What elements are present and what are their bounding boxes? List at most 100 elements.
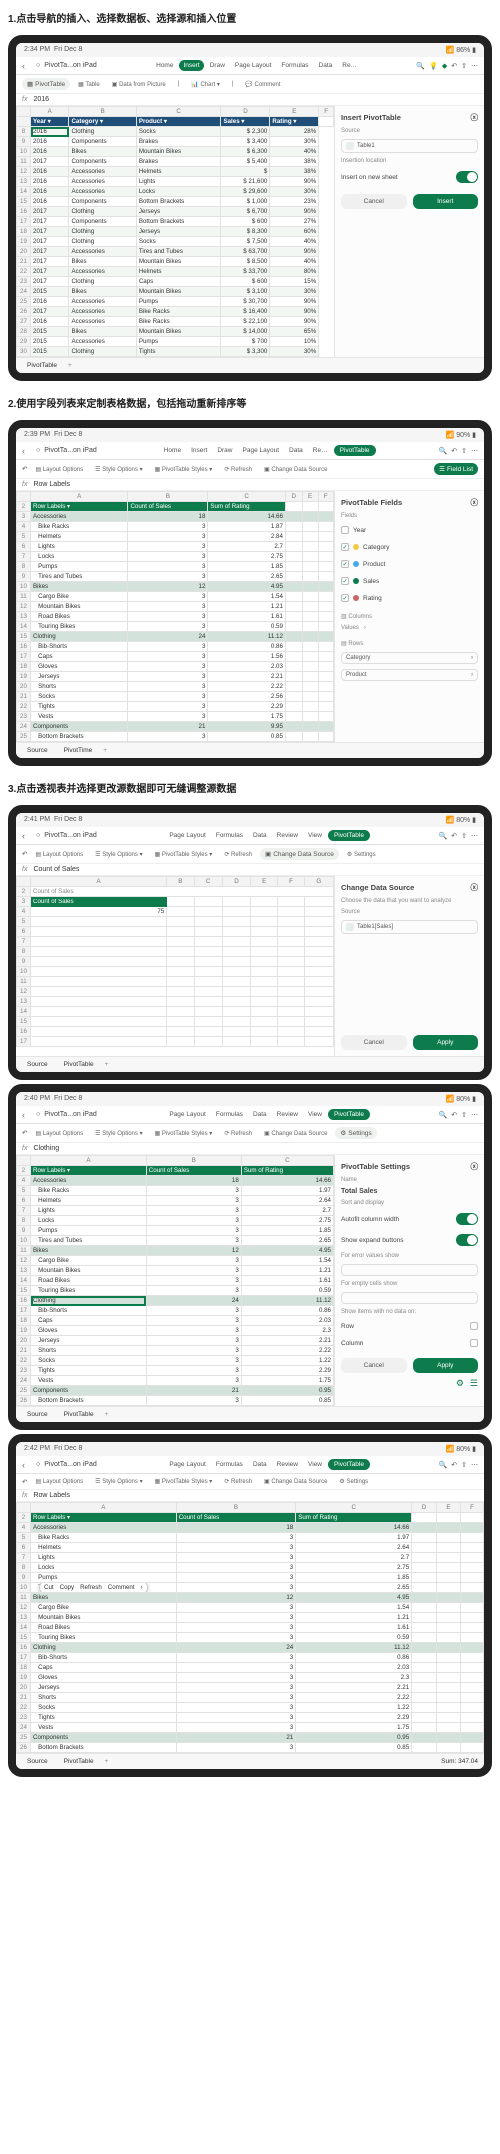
ctx-cut[interactable]: Cut — [44, 1584, 54, 1591]
close-icon[interactable]: ⓧ — [471, 882, 479, 893]
autofit-toggle[interactable] — [456, 1213, 478, 1225]
back-icon[interactable]: ‹ — [22, 446, 32, 456]
insert-pivottable-panel: Insert PivotTable ⓧ Source Table1 Inserti… — [334, 106, 484, 357]
new-sheet-label: Insert on new sheet — [341, 174, 398, 181]
share-icon[interactable]: ⇧ — [461, 62, 467, 70]
status-sum: Sum: 347.04 — [441, 1758, 478, 1765]
tab-pivottable[interactable]: PivotTable — [328, 830, 370, 841]
field-list-button[interactable]: ☰ Field List — [434, 463, 478, 475]
tab-review[interactable]: Re… — [338, 60, 361, 71]
style-options-button[interactable]: ☰ Style Options ▾ — [91, 465, 146, 474]
formula-bar[interactable]: Row Labels — [33, 481, 70, 488]
insert-pivottable-button[interactable]: ▦ PivotTable — [22, 78, 70, 90]
tab-draw[interactable]: Draw — [206, 60, 229, 71]
insert-comment-button[interactable]: 💬 Comment — [241, 80, 284, 89]
cancel-button[interactable]: Cancel — [341, 1358, 407, 1373]
insert-table-button[interactable]: ▦ Table — [74, 80, 104, 89]
formula-bar[interactable]: 2016 — [33, 96, 49, 103]
insert-button[interactable]: Insert — [413, 194, 479, 209]
field-year[interactable]: Year — [341, 524, 478, 536]
change-data-source-panel: Change Data Sourceⓧ Choose the data that… — [334, 876, 484, 1056]
empty-value-input[interactable] — [341, 1292, 478, 1304]
bulb-icon[interactable]: 💡 — [429, 62, 438, 70]
caption-1: 1.点击导航的插入、选择数据板、选择源和插入位置 — [0, 0, 500, 31]
caption-3: 3.点击透视表并选择更改源数据即可无缝调整源数据 — [0, 770, 500, 801]
source-range-input[interactable]: Table1[Sales] — [341, 920, 478, 934]
location-label: Insertion location — [341, 158, 478, 164]
tab-insert[interactable]: Insert — [179, 60, 203, 71]
close-icon[interactable]: ⓧ — [471, 497, 479, 508]
field-product[interactable]: Product — [341, 558, 478, 570]
expand-toggle[interactable] — [456, 1234, 478, 1246]
add-sheet-icon[interactable]: + — [68, 362, 72, 369]
pivot-fields-panel: PivotTable Fieldsⓧ Fields Year Category … — [334, 491, 484, 742]
tablet-screenshot-5: 2:42 PM Fri Dec 8📶 80% ▮ ‹○ PivotTa...on… — [8, 1434, 492, 1777]
sheet-tab-pivottable[interactable]: PivotTable — [22, 361, 62, 370]
panel-desc: Choose the data that you want to analyze — [341, 898, 478, 904]
autosave-icon[interactable]: ○ — [36, 447, 40, 454]
apply-button[interactable]: Apply — [413, 1358, 479, 1373]
formula-bar[interactable]: Count of Sales — [33, 866, 79, 873]
settings-gear-icon[interactable]: ⚙ — [456, 1378, 464, 1389]
pivot-settings-panel: PivotTable Settingsⓧ Name Total Sales So… — [334, 1155, 484, 1406]
copilot-icon[interactable]: ◆ — [442, 62, 447, 70]
cancel-button[interactable]: Cancel — [341, 194, 407, 209]
pivot-styles-button[interactable]: ▦ PivotTable Styles ▾ — [151, 465, 217, 474]
tablet-screenshot-4: 2:40 PM Fri Dec 8📶 80% ▮ ‹○ PivotTa...on… — [8, 1084, 492, 1430]
error-value-input[interactable] — [341, 1264, 478, 1276]
close-icon[interactable]: ⓧ — [471, 1161, 479, 1172]
insert-data-from-picture-button[interactable]: ▣ Data from Picture — [108, 80, 170, 89]
new-sheet-toggle[interactable] — [456, 171, 478, 183]
more-icon[interactable]: ⋯ — [471, 62, 478, 70]
ctx-more[interactable]: › — [141, 1584, 143, 1591]
fx-label: fx — [22, 96, 27, 103]
tablet-screenshot-3: 2:41 PM Fri Dec 8📶 80% ▮ ‹○ PivotTa...on… — [8, 805, 492, 1080]
layout-options-button[interactable]: ▤ Layout Options — [31, 465, 87, 474]
worksheet[interactable]: ABCDEF2Row Labels ▾Count of SalesSum of … — [16, 491, 334, 742]
ribbon-tabs: Home Insert Draw Page Layout Formulas Da… — [152, 60, 361, 71]
doc-title[interactable]: PivotTa...on iPad — [44, 447, 97, 454]
undo-icon[interactable]: ↶ — [22, 465, 27, 473]
search-icon[interactable]: 🔍 — [416, 62, 425, 70]
autosave-icon[interactable]: ○ — [36, 62, 40, 69]
field-sales[interactable]: Sales — [341, 575, 478, 587]
tablet-screenshot-2: 2:39 PM Fri Dec 8📶 90% ▮ ‹ ○ PivotTa...o… — [8, 420, 492, 766]
rows-field-product[interactable]: Product › — [341, 669, 478, 681]
worksheet[interactable]: ABC2Row Labels ▾Count of SalesSum of Rat… — [16, 1155, 334, 1406]
row-checkbox[interactable] — [470, 1322, 478, 1330]
insert-chart-button[interactable]: 📊 Chart ▾ — [187, 80, 224, 89]
caption-2: 2.使用字段列表来定制表格数据，包括拖动重新排序等 — [0, 385, 500, 416]
pivot-name: Total Sales — [341, 1188, 478, 1195]
context-menu: Cut Copy Refresh Comment › — [39, 1583, 148, 1593]
tab-data[interactable]: Data — [315, 60, 337, 71]
source-label: Source — [341, 128, 478, 134]
panel-title: Insert PivotTable — [341, 113, 401, 122]
field-category[interactable]: Category — [341, 541, 478, 553]
worksheet[interactable]: ABCDEF2Row Labels ▾Count of SalesSum of … — [16, 1502, 484, 1753]
tab-pivottable[interactable]: PivotTable — [334, 445, 376, 456]
change-source-button[interactable]: ▣ Change Data Source — [260, 465, 331, 474]
worksheet[interactable]: ABCDEFYear ▾Category ▾Product ▾Sales ▾Ra… — [16, 106, 334, 357]
field-list-icon[interactable]: ☰ — [470, 1378, 478, 1389]
apply-button[interactable]: Apply — [413, 1035, 479, 1050]
ipad-statusbar: 2:34 PM Fri Dec 8 📶 86% ▮ — [16, 43, 484, 57]
change-source-button[interactable]: ▣ Change Data Source — [260, 848, 339, 860]
col-checkbox[interactable] — [470, 1339, 478, 1347]
back-icon[interactable]: ‹ — [22, 61, 32, 71]
rows-field-category[interactable]: Category › — [341, 652, 478, 664]
ctx-copy[interactable]: Copy — [60, 1584, 74, 1591]
ctx-refresh[interactable]: Refresh — [80, 1584, 102, 1591]
field-rating[interactable]: Rating — [341, 592, 478, 604]
refresh-button[interactable]: ⟳ Refresh — [220, 465, 256, 474]
cancel-button[interactable]: Cancel — [341, 1035, 407, 1050]
undo-icon[interactable]: ↶ — [451, 62, 457, 70]
tab-pagelayout[interactable]: Page Layout — [231, 60, 276, 71]
tab-home[interactable]: Home — [152, 60, 177, 71]
doc-title[interactable]: PivotTa...on iPad — [44, 62, 97, 69]
source-picker[interactable]: Table1 — [341, 139, 478, 153]
settings-button[interactable]: ⚙ Settings — [335, 1127, 376, 1139]
ctx-comment[interactable]: Comment — [108, 1584, 135, 1591]
close-icon[interactable]: ⓧ — [471, 112, 479, 123]
tab-formulas[interactable]: Formulas — [277, 60, 312, 71]
worksheet[interactable]: ABCDEFG2Count of Sales3Count of Sales475… — [16, 876, 334, 1056]
